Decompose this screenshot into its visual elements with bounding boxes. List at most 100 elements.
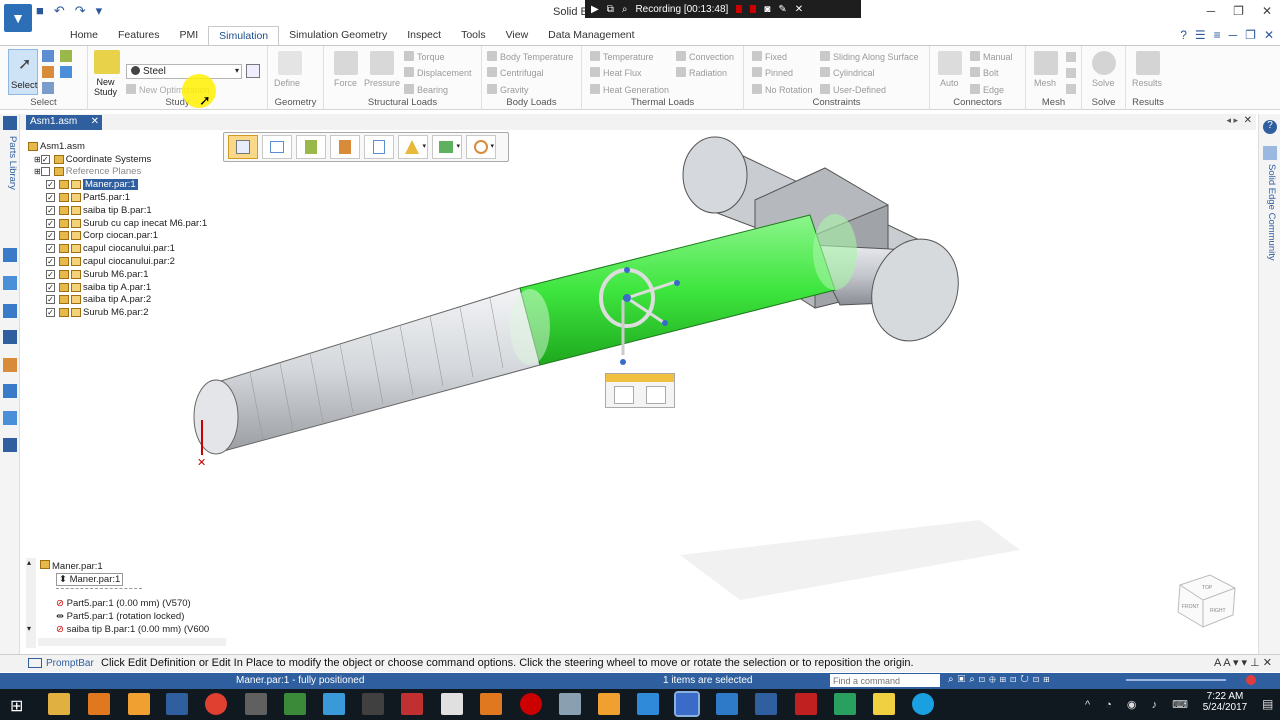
pathfinder-tab-icon[interactable]	[3, 116, 17, 130]
define-icon[interactable]	[278, 51, 302, 75]
application-button[interactable]: ▼	[4, 4, 32, 32]
help-icon[interactable]: ?	[1263, 120, 1277, 134]
tab-data-management[interactable]: Data Management	[538, 26, 644, 46]
relationship-sub[interactable]: ⬍ Maner.par:1	[56, 573, 124, 586]
pen-icon[interactable]: ✎	[778, 4, 786, 15]
tree-icon[interactable]	[3, 384, 17, 398]
app-icon-13[interactable]	[716, 693, 738, 715]
relationship-row-1[interactable]: ⊘ Part5.par:1 (0.00 mm) (V570)	[56, 598, 191, 609]
centrifugal-button[interactable]: Centrifugal	[487, 67, 544, 78]
tree-item[interactable]: ⊞ Reference Planes	[34, 166, 207, 179]
relationship-title[interactable]: Maner.par:1	[40, 560, 103, 572]
maner-selected-part[interactable]	[519, 214, 836, 366]
app-icon-4[interactable]	[245, 693, 267, 715]
tab-simulation[interactable]: Simulation	[208, 26, 280, 46]
view-tools-icons[interactable]: ⌕▣⌕⊡⊕⊞⊡↻⊡⊞	[948, 674, 1054, 685]
tree-item[interactable]: ⊞ ✓ Coordinate Systems	[34, 153, 207, 166]
tree-item[interactable]: ✓ capul ciocanului.par:1	[46, 242, 207, 255]
ribbon-restore-icon[interactable]: ❐	[1245, 28, 1256, 42]
display-button[interactable]: ▾	[398, 135, 428, 159]
tree-item[interactable]: ✓ Maner.par:1	[46, 178, 207, 191]
mesh-option-icon[interactable]	[1066, 52, 1076, 62]
visibility-checkbox[interactable]: ✓	[46, 180, 55, 190]
sliding-button[interactable]: Sliding Along Surface	[820, 51, 919, 62]
visibility-checkbox[interactable]: ✓	[46, 282, 55, 292]
stop-icon[interactable]	[750, 5, 757, 13]
app-icon-9[interactable]	[480, 693, 502, 715]
user-defined-button[interactable]: User-Defined	[820, 84, 886, 95]
results-label[interactable]: Results	[1132, 78, 1162, 88]
view-cube-front[interactable]: FRONT	[1182, 604, 1199, 610]
visibility-checkbox[interactable]: ✓	[46, 193, 55, 203]
visibility-checkbox[interactable]: ✓	[46, 218, 55, 228]
tree-root[interactable]: Asm1.asm	[28, 140, 207, 153]
force-icon[interactable]	[334, 51, 358, 75]
select-tool-icon[interactable]	[60, 50, 72, 62]
layers-icon[interactable]	[3, 248, 17, 262]
tab-features[interactable]: Features	[108, 26, 169, 46]
list-icon[interactable]: ≡	[1214, 28, 1221, 42]
scroll-up-icon[interactable]: ▴	[27, 558, 31, 567]
relationship-row-2[interactable]: ⇹ Part5.par:1 (rotation locked)	[56, 611, 184, 622]
restore-icon[interactable]: ❐	[1233, 4, 1244, 18]
edge-button[interactable]: Edge	[970, 84, 1004, 95]
app-icon-11[interactable]	[598, 693, 620, 715]
material-select[interactable]: Steel ▾	[126, 64, 242, 79]
bolt-button[interactable]: Bolt	[970, 67, 999, 78]
explorer-icon[interactable]	[48, 693, 70, 715]
solve-icon[interactable]	[1092, 51, 1116, 75]
expand-icon[interactable]: ⊞	[34, 167, 41, 176]
tree-item[interactable]: ✓ capul ciocanului.par:2	[46, 255, 207, 268]
displacement-button[interactable]: Displacement	[404, 67, 472, 78]
sensor-icon[interactable]	[3, 304, 17, 318]
solid-edge-taskbar-icon[interactable]	[674, 691, 700, 717]
window-icon[interactable]: ⧉	[607, 4, 614, 15]
sticky-notes-icon[interactable]	[873, 693, 895, 715]
save-icon[interactable]: ■	[36, 3, 44, 19]
notifications-icon[interactable]: ▤	[1262, 697, 1273, 711]
tab-view[interactable]: View	[496, 26, 539, 46]
visibility-checkbox[interactable]: ✓	[46, 257, 55, 267]
convection-button[interactable]: Convection	[676, 51, 734, 62]
tree-item[interactable]: ✓ saiba tip A.par:2	[46, 294, 207, 307]
search-icon[interactable]	[3, 276, 17, 290]
tree-item[interactable]: ✓ Surub M6.par:2	[46, 306, 207, 319]
undo-icon[interactable]: ↶	[54, 3, 65, 19]
tree-item[interactable]: ✓ Surub cu cap inecat M6.par:1	[46, 217, 207, 230]
redo-icon[interactable]: ↷	[75, 3, 86, 19]
popup-fit-icon[interactable]	[646, 386, 666, 404]
tree-item[interactable]: ✓ saiba tip B.par:1	[46, 204, 207, 217]
expand-icon[interactable]: ⊞	[34, 155, 41, 164]
mesh-view-icon[interactable]	[1066, 84, 1076, 94]
solve-label[interactable]: Solve	[1092, 78, 1115, 88]
view-cube-right[interactable]: RIGHT	[1210, 608, 1226, 614]
app-icon-1[interactable]	[88, 693, 110, 715]
close-icon[interactable]: ✕	[1262, 4, 1272, 18]
relationship-row-3[interactable]: ⊘ saiba tip B.par:1 (0.00 mm) (V600	[56, 624, 209, 635]
define-label[interactable]: Define	[274, 78, 300, 88]
new-study-icon[interactable]	[94, 50, 120, 74]
temperature-button[interactable]: Temperature	[590, 51, 654, 62]
pressure-icon[interactable]	[370, 51, 394, 75]
select-mode-icon[interactable]	[42, 82, 54, 94]
app-icon-3[interactable]	[166, 693, 188, 715]
visibility-checkbox[interactable]	[40, 167, 50, 177]
layout-icon[interactable]: ☰	[1195, 28, 1206, 42]
fixed-button[interactable]: Fixed	[752, 51, 787, 62]
visibility-checkbox[interactable]: ✓	[46, 308, 55, 318]
app-icon-7[interactable]	[362, 693, 384, 715]
tree-item[interactable]: ✓ Corp ciocan.par:1	[46, 230, 207, 243]
minimize-icon[interactable]: ─	[1207, 4, 1216, 18]
select-filter-icon[interactable]	[42, 66, 54, 78]
parts-library-tab[interactable]: Parts Library	[2, 136, 18, 190]
select-option-icon[interactable]	[42, 50, 54, 62]
tree-item[interactable]: ✓ Part5.par:1	[46, 191, 207, 204]
bearing-button[interactable]: Bearing	[404, 84, 448, 95]
find-command-input[interactable]	[830, 674, 940, 687]
visibility-checkbox[interactable]: ✓	[46, 269, 55, 279]
properties-icon[interactable]	[3, 411, 17, 425]
auto-label[interactable]: Auto	[940, 78, 959, 88]
panel-scrollbar[interactable]: ▴ ▾	[26, 558, 36, 648]
view-cube[interactable]: TOP FRONT RIGHT	[1177, 574, 1236, 628]
properties-button[interactable]	[364, 135, 394, 159]
